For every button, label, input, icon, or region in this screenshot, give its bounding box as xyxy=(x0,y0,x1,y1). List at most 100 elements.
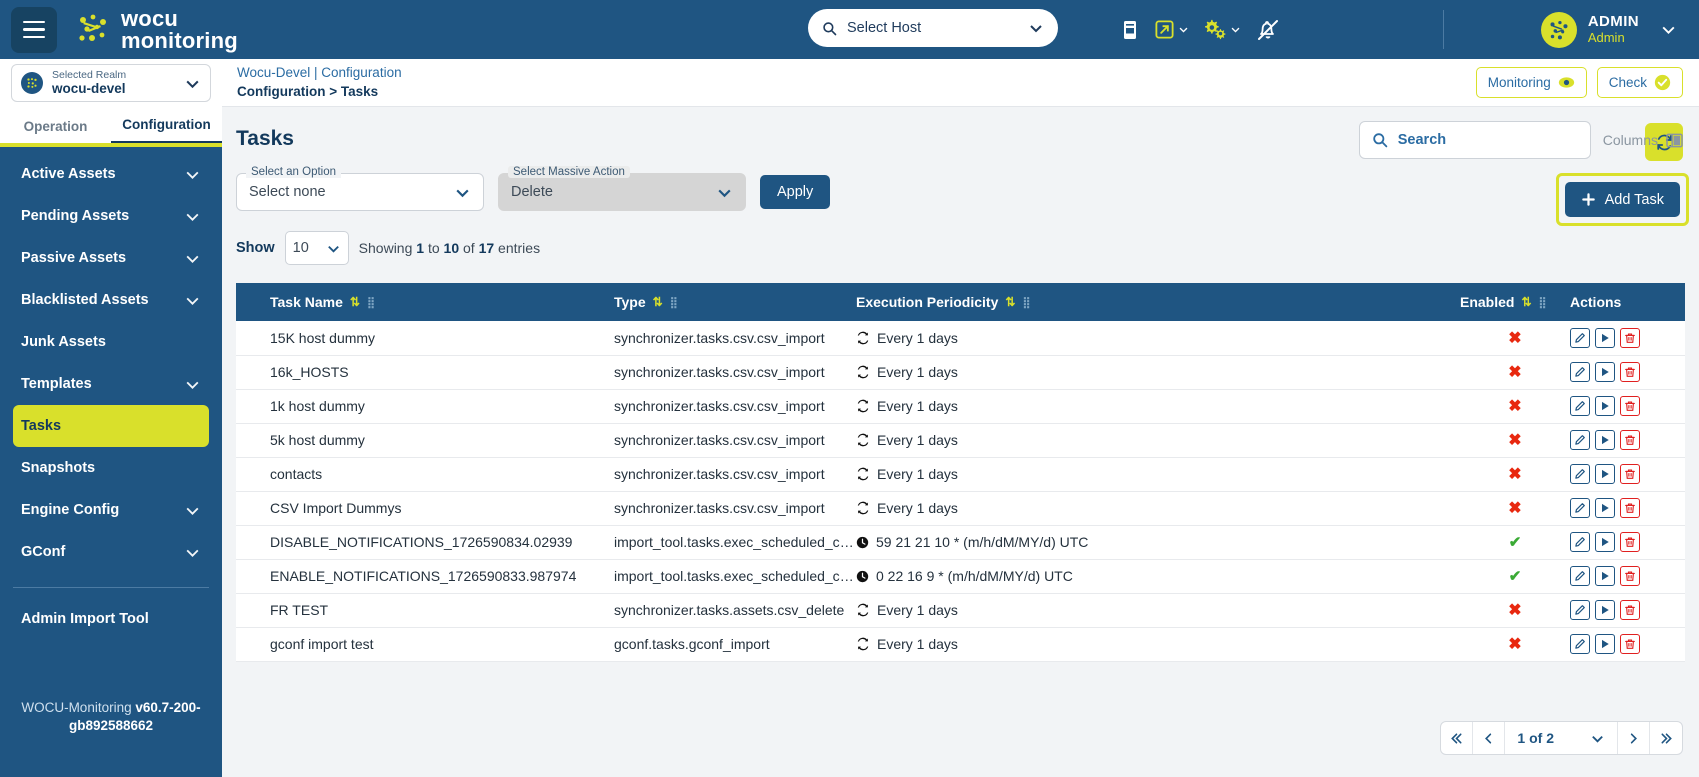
delete-icon[interactable] xyxy=(1620,396,1640,416)
cell-actions xyxy=(1570,321,1685,356)
brand-logo[interactable]: wocu monitoring xyxy=(77,8,238,51)
table-row[interactable]: CSV Import Dummys synchronizer.tasks.csv.… xyxy=(236,491,1685,526)
external-link-icon[interactable] xyxy=(1154,19,1189,40)
apply-button[interactable]: Apply xyxy=(760,175,831,209)
tab-operation[interactable]: Operation xyxy=(0,119,111,143)
run-icon[interactable] xyxy=(1595,566,1615,586)
delete-icon[interactable] xyxy=(1620,634,1640,654)
monitoring-button[interactable]: Monitoring xyxy=(1475,67,1587,98)
hamburger-menu-icon[interactable] xyxy=(11,6,57,53)
check-button[interactable]: Check xyxy=(1596,67,1683,98)
sidebar-item-passive-assets[interactable]: Passive Assets xyxy=(13,237,209,279)
edit-icon[interactable] xyxy=(1570,634,1590,654)
sidebar-item-active-assets[interactable]: Active Assets xyxy=(13,153,209,195)
grip-icon[interactable]: ⣿ xyxy=(670,296,678,309)
bell-slash-icon[interactable] xyxy=(1255,17,1281,43)
table-row[interactable]: 15K host dummy synchronizer.tasks.csv.csv… xyxy=(236,321,1685,356)
table-header-row: Task Name ⇅ ⣿ Type ⇅ ⣿ Execution Periodi… xyxy=(236,283,1685,321)
sidebar-item-tasks[interactable]: Tasks xyxy=(13,405,209,447)
column-header-type[interactable]: Type ⇅ ⣿ xyxy=(614,283,856,321)
edit-icon[interactable] xyxy=(1570,566,1590,586)
chevron-down-icon xyxy=(184,75,201,92)
document-icon[interactable] xyxy=(1120,19,1140,41)
sidebar-item-gconf[interactable]: GConf xyxy=(13,531,209,573)
table-row[interactable]: DISABLE_NOTIFICATIONS_1726590834.02939 im… xyxy=(236,525,1685,560)
run-icon[interactable] xyxy=(1595,362,1615,382)
delete-icon[interactable] xyxy=(1620,600,1640,620)
sidebar-item-pending-assets[interactable]: Pending Assets xyxy=(13,195,209,237)
sidebar-item-blacklisted-assets[interactable]: Blacklisted Assets xyxy=(13,279,209,321)
pagination-first-button[interactable] xyxy=(1441,722,1474,754)
sidebar-item-snapshots[interactable]: Snapshots xyxy=(13,447,209,489)
edit-icon[interactable] xyxy=(1570,498,1590,518)
sidebar-item-admin-import-tool[interactable]: Admin Import Tool xyxy=(13,598,209,640)
select-option-dropdown[interactable]: Select an Option Select none xyxy=(236,166,484,211)
delete-icon[interactable] xyxy=(1620,498,1640,518)
delete-icon[interactable] xyxy=(1620,362,1640,382)
table-row[interactable]: 5k host dummy synchronizer.tasks.csv.csv_… xyxy=(236,423,1685,458)
table-row[interactable]: 1k host dummy synchronizer.tasks.csv.csv_… xyxy=(236,389,1685,424)
pagination-page-select[interactable]: 1 of 2 xyxy=(1505,722,1618,754)
realm-selector-wrap: Selected Realm wocu-devel xyxy=(0,59,222,107)
sort-icon[interactable]: ⇅ xyxy=(1005,295,1015,309)
grip-icon[interactable]: ⣿ xyxy=(367,296,375,309)
edit-icon[interactable] xyxy=(1570,327,1590,348)
host-select-dropdown[interactable]: Select Host xyxy=(808,9,1058,47)
edit-icon[interactable] xyxy=(1570,430,1590,450)
sidebar-item-junk-assets[interactable]: Junk Assets xyxy=(13,321,209,363)
table-row[interactable]: contacts synchronizer.tasks.csv.csv_impor… xyxy=(236,457,1685,492)
grip-icon[interactable]: ⣿ xyxy=(1022,296,1030,309)
run-icon[interactable] xyxy=(1595,532,1615,552)
pagination-prev-button[interactable] xyxy=(1473,722,1506,754)
breadcrumb-line-1[interactable]: Wocu-Devel | Configuration xyxy=(237,64,402,82)
run-icon[interactable] xyxy=(1595,600,1615,620)
edit-icon[interactable] xyxy=(1570,532,1590,552)
pagination-last-button[interactable] xyxy=(1650,722,1682,754)
tab-configuration[interactable]: Configuration xyxy=(111,117,222,143)
search-placeholder: Search xyxy=(1397,132,1447,148)
sidebar-item-templates[interactable]: Templates xyxy=(13,363,209,405)
table-row[interactable]: FR TEST synchronizer.tasks.assets.csv_del… xyxy=(236,593,1685,628)
user-profile-menu[interactable]: ADMIN Admin xyxy=(1535,7,1689,52)
run-icon[interactable] xyxy=(1595,430,1615,450)
monitoring-label: Monitoring xyxy=(1487,75,1551,90)
delete-icon[interactable] xyxy=(1620,532,1640,552)
run-icon[interactable] xyxy=(1595,634,1615,654)
table-row[interactable]: 16k_HOSTS synchronizer.tasks.csv.csv_impo… xyxy=(236,355,1685,390)
edit-icon[interactable] xyxy=(1570,396,1590,416)
delete-icon[interactable] xyxy=(1620,430,1640,450)
sort-icon[interactable]: ⇅ xyxy=(350,295,360,309)
realm-selector[interactable]: Selected Realm wocu-devel xyxy=(11,64,211,102)
sidebar-item-engine-config[interactable]: Engine Config xyxy=(13,489,209,531)
run-icon[interactable] xyxy=(1595,464,1615,484)
table-row[interactable]: gconf import test gconf.tasks.gconf_impor… xyxy=(236,627,1685,662)
page-size-select[interactable]: 10 xyxy=(284,231,349,265)
edit-icon[interactable] xyxy=(1570,600,1590,620)
cell-periodicity: Every 1 days xyxy=(856,355,1460,390)
column-header-execution-periodicity[interactable]: Execution Periodicity ⇅ ⣿ xyxy=(856,283,1460,321)
grip-icon[interactable]: ⣿ xyxy=(1539,296,1547,309)
edit-icon[interactable] xyxy=(1570,464,1590,484)
delete-icon[interactable] xyxy=(1620,327,1640,348)
sort-icon[interactable]: ⇅ xyxy=(653,295,663,309)
search-input[interactable]: Search xyxy=(1358,121,1591,159)
delete-icon[interactable] xyxy=(1620,566,1640,586)
run-icon[interactable] xyxy=(1595,327,1615,348)
add-task-button[interactable]: Add Task xyxy=(1564,182,1680,217)
gears-icon[interactable] xyxy=(1203,19,1241,41)
run-icon[interactable] xyxy=(1595,396,1615,416)
columns-toggle[interactable]: Columns xyxy=(1603,132,1683,148)
sort-icon[interactable]: ⇅ xyxy=(1521,295,1531,309)
delete-icon[interactable] xyxy=(1620,464,1640,484)
realm-label: Selected Realm xyxy=(52,69,127,82)
search-icon xyxy=(822,21,837,36)
column-header-task-name[interactable]: Task Name ⇅ ⣿ xyxy=(236,283,614,321)
column-header-enabled[interactable]: Enabled ⇅ ⣿ xyxy=(1460,283,1570,321)
select-massive-action-dropdown[interactable]: Select Massive Action Delete xyxy=(498,166,746,211)
cell-periodicity: Every 1 days xyxy=(856,491,1460,526)
edit-icon[interactable] xyxy=(1570,362,1590,382)
table-row[interactable]: ENABLE_NOTIFICATIONS_1726590833.987974 im… xyxy=(236,559,1685,594)
pagination-next-button[interactable] xyxy=(1618,722,1650,754)
run-icon[interactable] xyxy=(1595,498,1615,518)
cell-type: synchronizer.tasks.csv.csv_import xyxy=(614,321,856,356)
